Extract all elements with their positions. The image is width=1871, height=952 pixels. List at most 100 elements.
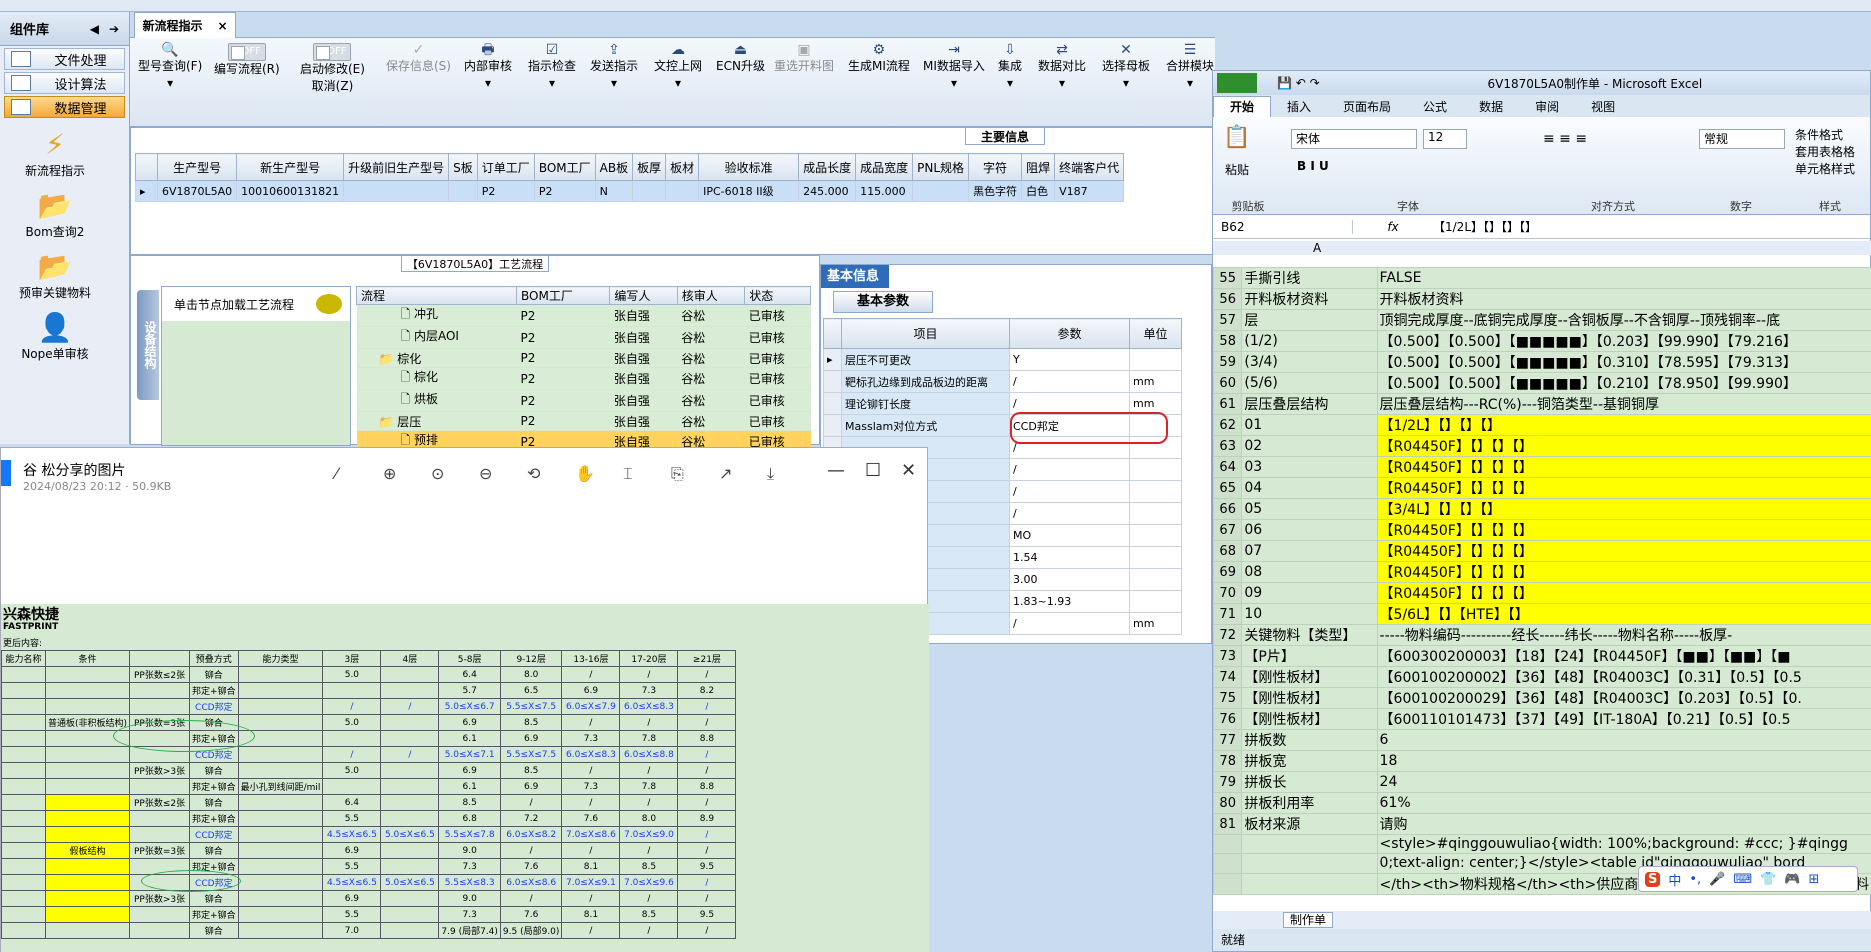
send-instruction-button[interactable]: ⇪ 发送指示 ▾ [590,42,638,92]
skin-icon[interactable]: 👕 [1760,872,1776,887]
sheet-row[interactable]: 78 拼板宽 18 [1212,750,1871,772]
tab-formulas[interactable]: 公式 [1407,97,1463,117]
sheet-row[interactable]: 58 (1/2) 【0.500】【0.500】【■■■■■】【0.203】【99.9… [1212,330,1871,352]
nav-design-algorithm[interactable]: 设计算法 [4,72,125,94]
name-box[interactable]: B62 [1213,219,1353,234]
tree-row[interactable]: 🗋 烘板 P2 张自强 谷松 已审核 [356,389,811,412]
tool-nope-review[interactable]: 👤 Nope单审核 [0,311,110,362]
actual-size-icon[interactable]: ⊙ [431,464,444,483]
align-icon[interactable]: ≡ ≡ ≡ [1543,131,1587,147]
tab-basic-params[interactable]: 基本参数 [833,291,933,313]
tree-row[interactable]: 🗋 棕化 P2 张自强 谷松 已审核 [356,367,811,390]
sheet-row[interactable]: 68 07 【R04450F】【】【】【】 [1212,540,1871,562]
font-name-select[interactable]: 宋体 [1291,129,1417,149]
tab-basic-info[interactable]: 基本信息 [821,265,889,288]
param-row[interactable]: 靶标孔边缘到成品板边的距离 / mm [823,370,1182,393]
tab-page-layout[interactable]: 页面布局 [1327,97,1407,117]
sheet-row[interactable]: 55 手撕引线 FALSE [1212,267,1871,289]
tool-key-material[interactable]: 📂 预审关键物料 [0,250,110,301]
edit-process-toggle[interactable]: OFF 编写流程(R) [214,42,280,78]
translate-icon[interactable]: ⎘ [671,464,684,484]
sheet-row[interactable]: 62 01 【1/2L】【】【】【】 [1212,414,1871,436]
zoom-out-icon[interactable]: ⊖ [479,464,492,483]
sheet-row[interactable]: 71 10 【5/6L】【】【HTE】【】 [1212,603,1871,625]
close-icon[interactable]: × [217,19,227,33]
font-size-select[interactable]: 12 [1423,129,1467,149]
sheet-row[interactable]: 65 04 【R04450F】【】【】【】 [1212,477,1871,499]
minimize-icon[interactable]: — [827,460,845,481]
quick-access-icon[interactable]: 💾 ↶ ↷ [1277,76,1320,90]
format-buttons-icon[interactable]: B I U [1297,159,1329,173]
share-icon[interactable]: ↗ [719,464,732,483]
table-row[interactable]: ▸ 6V1870L5A0 10010600131821 P2 P2 N IPC-6018 … [135,180,1125,202]
ecn-upgrade-button[interactable]: ⏏ ECN升级 [716,42,765,75]
tool-bom-query[interactable]: 📂 Bom查询2 [0,189,110,240]
sheet-row[interactable]: 73 【P片】 【600300200003】【18】【24】【R04450F】【■■… [1212,645,1871,667]
sheet-row[interactable]: 72 关键物料【类型】 -----物料编码----------经长-----纬长--… [1212,624,1871,646]
keyboard-icon[interactable]: ⌨ [1733,872,1752,887]
text-extract-icon[interactable]: ⌶ [623,464,633,484]
collapse-icon[interactable]: ◀ [90,22,99,36]
sheet-row[interactable]: 69 08 【R04450F】【】【】【】 [1212,561,1871,583]
sheet-row[interactable]: 76 【刚性板材】 【600110101473】【37】【49】【IT-180A】【… [1212,708,1871,730]
game-icon[interactable]: 🎮 [1784,872,1800,887]
sheet-row[interactable]: 75 【刚性板材】 【600100200029】【36】【48】【R04003C】【… [1212,687,1871,709]
sheet-row[interactable]: 60 (5/6) 【0.500】【0.500】【■■■■■】【0.210】【78.9… [1212,372,1871,394]
sheet-row[interactable]: 70 09 【R04450F】【】【】【】 [1212,582,1871,604]
tab-home[interactable]: 开始 [1213,96,1272,117]
data-compare-button[interactable]: ⇄ 数据对比 ▾ [1038,42,1086,92]
tab-insert[interactable]: 插入 [1271,97,1327,117]
save-info-button[interactable]: ✓ 保存信息(S) [386,42,451,75]
sheet-row[interactable]: 77 拼板数 6 [1212,729,1871,751]
sheet-row[interactable]: 59 (3/4) 【0.500】【0.500】【■■■■■】【0.310】【78.5… [1212,351,1871,373]
reselect-cut-chart-button[interactable]: ▣ 重选开料图 [774,42,834,75]
input-method-toolbar[interactable]: S 中 •, 🎤 ⌨ 👕 🎮 ⊞ [1638,866,1858,892]
paste-icon[interactable]: 📋 [1223,125,1250,150]
tree-row[interactable]: 🗋 内层AOI P2 张自强 谷松 已审核 [356,326,811,349]
sheet-row[interactable]: 79 拼板长 24 [1212,771,1871,793]
generate-mi-button[interactable]: ⚙ 生成MI流程 [848,42,910,75]
sheet-row[interactable]: 57 层顶铜完成厚度--底铜完成厚度--含铜板厚--不含铜厚--顶残铜率--底 [1212,309,1871,331]
grid-icon[interactable]: ⊞ [1809,872,1820,887]
nav-data-management[interactable]: 数据管理 [4,96,125,118]
office-button-icon[interactable] [1217,73,1257,93]
tree-row[interactable]: 📁 棕化 P2 张自强 谷松 已审核 [356,348,811,368]
formula-input[interactable]: 【1/2L】【】【】【】 [1433,218,1537,235]
fx-icon[interactable]: fx [1353,220,1433,234]
chinese-mode-icon[interactable]: 中 [1668,870,1681,889]
sheet-row[interactable]: 74 【刚性板材】 【600100200002】【36】【48】【R04003C】【… [1212,666,1871,688]
sheet-row[interactable]: 61 层压叠层结构 层压叠层结构---RC(%)---铜箔类型--基铜铜厚 [1212,393,1871,415]
sheet-tab-make-order[interactable]: 制作单 [1283,912,1334,928]
merge-module-button[interactable]: ☰ 合拼模块 ▾ [1166,42,1214,92]
sheet-row[interactable]: <style>#qinggouwuliao{width: 100%;backgr… [1212,833,1871,855]
param-row[interactable]: ▸ 层压不可更改 Y [823,348,1182,371]
tab-view[interactable]: 视图 [1575,97,1631,117]
styles-group[interactable]: 条件格式 套用表格格 单元格样式 [1795,127,1855,178]
sheet-row[interactable]: 67 06 【R04450F】【】【】【】 [1212,519,1871,541]
nav-file-processing[interactable]: 文件处理 [4,48,125,70]
doc-online-button[interactable]: ☁ 文控上网 ▾ [654,42,702,92]
sheet-row[interactable]: 81 板材来源 请购 [1212,813,1871,835]
punctuation-icon[interactable]: •, [1689,872,1701,887]
close-icon[interactable]: ✕ [901,460,916,481]
tab-review[interactable]: 审阅 [1519,97,1575,117]
sheet-row[interactable]: 56 开料板材资料 开料板材资料 [1212,288,1871,310]
sheet-row[interactable]: 64 03 【R04450F】【】【】【】 [1212,456,1871,478]
microphone-icon[interactable]: 🎤 [1709,872,1725,887]
start-modify-toggle[interactable]: OFF 启动修改(E) 取消(Z) [300,42,365,95]
integrate-button[interactable]: ⇩ 集成 ▾ [998,42,1022,92]
sheet-row[interactable]: 66 05 【3/4L】【】【】【】 [1212,498,1871,520]
hand-icon[interactable]: ✋ [575,464,595,483]
pin-icon[interactable]: ➔ [109,22,119,36]
tool-new-process[interactable]: ⚡ 新流程指示 [0,128,110,179]
instruction-check-button[interactable]: ☑ 指示检查 ▾ [528,42,576,92]
sheet-row[interactable]: 63 02 【R04450F】【】【】【】 [1212,435,1871,457]
tree-row[interactable]: 📁 层压 P2 张自强 谷松 已审核 [356,411,811,431]
model-query-button[interactable]: 🔍 型号查询(F) ▾ [138,42,202,92]
mi-import-button[interactable]: ⇥ MI数据导入 ▾ [923,42,985,92]
download-icon[interactable]: ⤓ [767,464,774,484]
tree-row[interactable]: 🗋 冲孔 P2 张自强 谷松 已审核 [356,304,811,327]
rotate-icon[interactable]: ⟲ [527,464,540,483]
tab-data[interactable]: 数据 [1463,97,1519,117]
tab-new-process[interactable]: 新流程指示 × [134,12,236,38]
